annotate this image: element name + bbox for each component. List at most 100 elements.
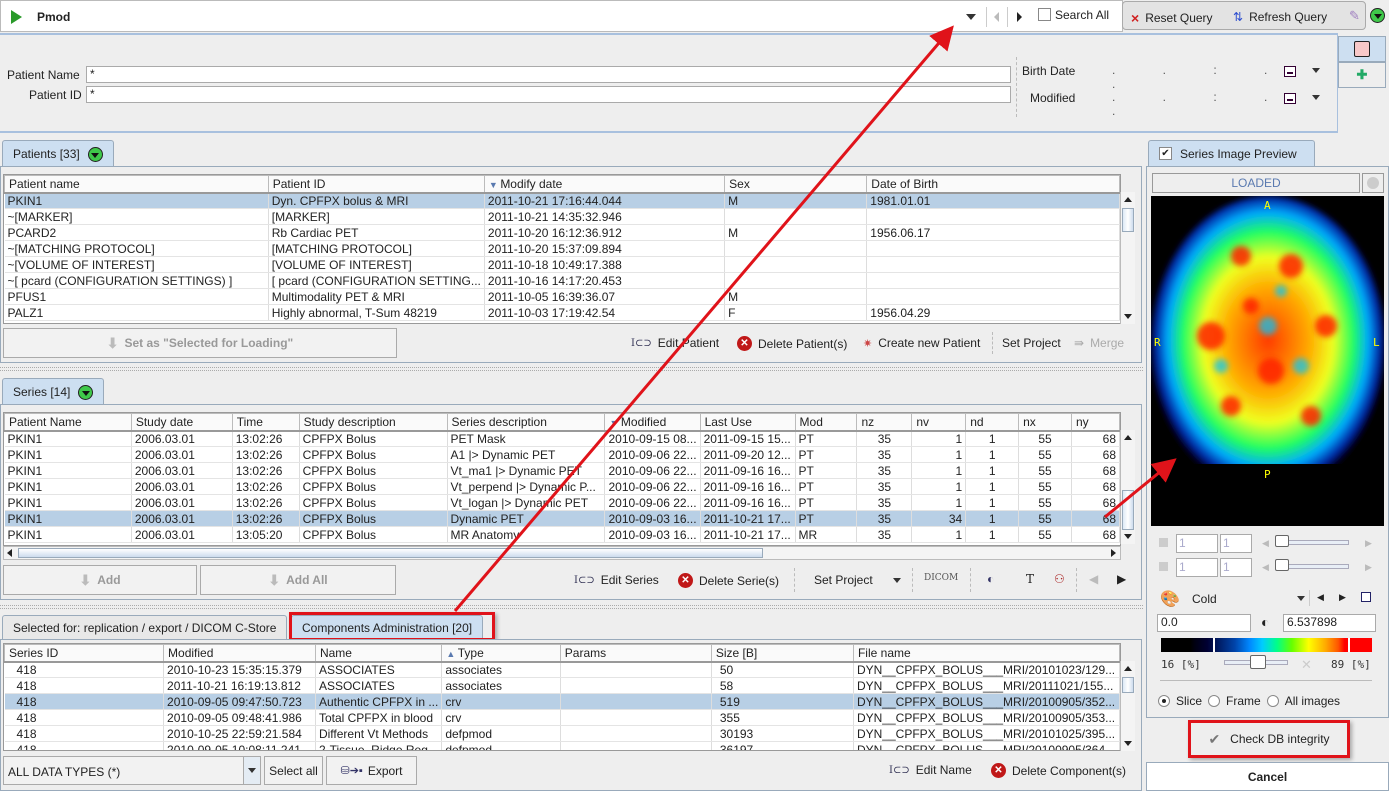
scope-frame-radio[interactable] [1208, 695, 1221, 707]
snapshot-button[interactable]: ◐ [987, 572, 994, 586]
patients-table-row[interactable]: ~[ pcard (CONFIGURATION SETTINGS) ][ pca… [4, 272, 1120, 289]
slice-slider-knob[interactable] [1275, 535, 1289, 547]
series-set-project-button[interactable]: Set Project [814, 573, 873, 587]
collapse-toggle-icon[interactable] [78, 384, 94, 400]
patients-column-header[interactable]: Sex [724, 175, 868, 194]
components-column-header[interactable]: Name [314, 644, 443, 663]
threshold-slider-knob[interactable] [1250, 655, 1266, 669]
scroll-left-icon[interactable] [7, 549, 12, 557]
components-column-header[interactable]: File name [852, 644, 1120, 663]
patients-table-row[interactable]: PFUS1 Multimodality PET & MRI 2011-10-05 1… [4, 288, 1120, 305]
tab-patients[interactable]: Patients [33] [2, 140, 114, 167]
patients-table-row[interactable]: PCARD2 Rb Cardiac PET 2011-10-20 16:12:36.… [4, 224, 1120, 241]
components-column-header[interactable]: Size [B] [710, 644, 854, 663]
series-column-header[interactable]: Study date [130, 413, 233, 432]
patient-view-tab[interactable] [1338, 36, 1386, 62]
next-series-button[interactable]: ▶ [1117, 572, 1126, 586]
edit-patient-button[interactable]: I⊂⊃ Edit Patient [631, 336, 719, 350]
reset-threshold-icon[interactable]: ✕ [1301, 657, 1312, 673]
components-table-row[interactable]: 418 2011-10-21 16:19:13.812 ASSOCIATES asso… [4, 677, 1120, 694]
series-column-header[interactable]: ▼ Modified [604, 413, 701, 432]
series-column-header[interactable]: nd [965, 413, 1020, 432]
set-selected-for-loading-button[interactable]: ⬇ Set as "Selected for Loading" [3, 328, 397, 358]
components-table-row[interactable]: 418 2010-09-05 10:08:11.241 2-Tissue, Ridg… [4, 741, 1120, 750]
add-patient-tab[interactable]: ✚ [1338, 62, 1386, 88]
collapse-toggle-icon[interactable] [87, 146, 103, 162]
patient-name-input[interactable]: * [86, 66, 1011, 83]
colormap-select[interactable]: Cold [1192, 592, 1217, 606]
components-table-row[interactable]: 418 2010-09-05 09:47:50.723 Authentic CPFP… [4, 693, 1120, 710]
scroll-thumb[interactable] [1122, 677, 1134, 693]
frame-next-icon[interactable]: ▶ [1365, 562, 1372, 573]
tab-series-image-preview[interactable]: ✔ Series Image Preview [1148, 140, 1315, 166]
patients-scrollbar[interactable] [1120, 192, 1135, 324]
birth-date-dropdown-icon[interactable] [1312, 68, 1320, 73]
image-preview[interactable]: A R L P [1151, 196, 1384, 526]
series-column-header[interactable]: ny [1071, 413, 1120, 432]
cancel-button[interactable]: Cancel [1146, 762, 1389, 791]
scroll-thumb[interactable] [18, 548, 763, 558]
delete-components-button[interactable]: ✕ Delete Component(s) [991, 763, 1126, 778]
preview-enable-checkbox[interactable]: ✔ [1159, 147, 1172, 160]
patients-column-header[interactable]: Patient name [4, 175, 269, 194]
patients-table-row[interactable]: ~[MARKER] [MARKER] 2011-10-21 14:35:32.946 [4, 208, 1120, 225]
set-project-button[interactable]: Set Project [1002, 336, 1061, 350]
modified-dropdown-icon[interactable] [1312, 95, 1320, 100]
delete-series-button[interactable]: ✕ Delete Serie(s) [678, 573, 779, 588]
check-db-integrity-button[interactable]: ✔ Check DB integrity [1188, 720, 1350, 758]
search-all-checkbox[interactable] [1038, 8, 1051, 21]
series-column-header[interactable]: Mod [794, 413, 858, 432]
auto-scale-icon[interactable]: ◐ [1261, 614, 1269, 630]
components-table-row[interactable]: 418 2010-10-23 15:35:15.379 ASSOCIATES asso… [4, 661, 1120, 678]
colorbar[interactable] [1161, 638, 1372, 652]
components-table-row[interactable]: 418 2010-10-25 22:59:21.584 Different Vt M… [4, 725, 1120, 742]
create-patient-button[interactable]: ✷ Create new Patient [863, 336, 980, 350]
max-value-input[interactable]: 6.537898 [1283, 614, 1376, 632]
previous-series-button[interactable]: ◀ [1089, 572, 1098, 586]
set-project-dropdown-icon[interactable] [893, 578, 901, 583]
type-filter-dropdown[interactable] [243, 756, 261, 785]
series-table-row[interactable]: PKIN1 2006.03.01 13:05:20 CPFPX Bolus MR Ana… [4, 526, 1120, 543]
frame-prev-icon[interactable]: ◀ [1262, 562, 1269, 573]
colormap-next-icon[interactable]: ▶ [1339, 592, 1346, 603]
frame-start-input[interactable]: 1 [1176, 558, 1218, 577]
series-table-row[interactable]: PKIN1 2006.03.01 13:02:26 CPFPX Bolus Vt_ma1… [4, 462, 1120, 479]
collapse-toggle-icon[interactable] [1370, 8, 1385, 23]
colormap-invert-icon[interactable] [1361, 592, 1371, 602]
patients-table-row[interactable]: ~[MATCHING PROTOCOL] [MATCHING PROTOCOL] 2… [4, 240, 1120, 257]
scope-all-radio[interactable] [1266, 695, 1279, 707]
series-column-header[interactable]: nv [911, 413, 967, 432]
refresh-query-button[interactable]: ⇅ Refresh Query [1233, 10, 1327, 24]
series-table-row[interactable]: PKIN1 2006.03.01 13:02:26 CPFPX Bolus Vt_log… [4, 494, 1120, 511]
patients-column-header[interactable]: ▼ Modify date [483, 175, 726, 194]
frame-end-input[interactable]: 1 [1220, 558, 1252, 577]
calendar-icon[interactable] [1284, 93, 1296, 104]
splitter[interactable] [0, 605, 1143, 609]
edit-series-button[interactable]: I⊂⊃ Edit Series [574, 573, 659, 587]
unload-button[interactable] [1362, 173, 1384, 193]
components-column-header[interactable]: Params [559, 644, 712, 663]
birth-date-field[interactable]: . . : . . [1112, 63, 1337, 91]
play-icon[interactable] [11, 10, 22, 24]
series-column-header[interactable]: Study description [298, 413, 448, 432]
previous-icon[interactable] [994, 12, 999, 22]
slice-end-input[interactable]: 1 [1220, 534, 1252, 553]
patient-id-input[interactable]: * [86, 86, 1011, 103]
series-table-row[interactable]: PKIN1 2006.03.01 13:02:26 CPFPX Bolus PET Ma… [4, 430, 1120, 447]
min-value-input[interactable]: 0.0 [1157, 614, 1251, 632]
slice-next-icon[interactable]: ▶ [1365, 538, 1372, 549]
colormap-dropdown-icon[interactable] [1297, 596, 1305, 601]
series-column-header[interactable]: Time [231, 413, 300, 432]
tab-selected-for[interactable]: Selected for: replication / export / DIC… [2, 615, 288, 639]
add-all-button[interactable]: ⬇ Add All [200, 565, 396, 595]
series-column-header[interactable]: Last Use [699, 413, 796, 432]
scroll-up-icon[interactable] [1124, 435, 1132, 440]
scroll-down-icon[interactable] [1124, 741, 1132, 746]
components-table-row[interactable]: 418 2010-09-05 09:48:41.986 Total CPFPX in… [4, 709, 1120, 726]
merge-button[interactable]: ⇛ Merge [1074, 336, 1124, 350]
series-table-row[interactable]: PKIN1 2006.03.01 13:02:26 CPFPX Bolus A1 |> … [4, 446, 1120, 463]
delete-patients-button[interactable]: ✕ Delete Patient(s) [737, 336, 847, 351]
components-column-header[interactable]: Modified [163, 644, 316, 663]
components-column-header[interactable]: ▲ Type [441, 644, 561, 663]
scroll-down-icon[interactable] [1124, 534, 1132, 539]
